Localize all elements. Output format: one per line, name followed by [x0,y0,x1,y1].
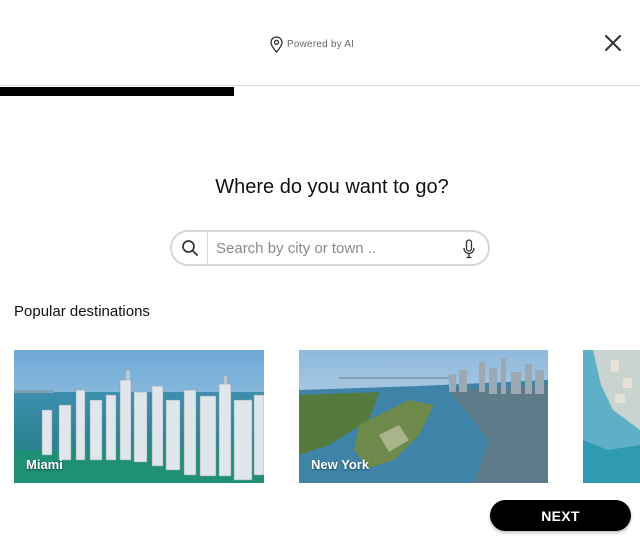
search-input[interactable] [216,237,456,259]
microphone-icon[interactable] [462,239,476,259]
close-icon[interactable] [602,32,624,54]
destination-card-miami[interactable]: Miami [14,350,264,483]
destination-card-partial[interactable] [583,350,640,483]
destination-label: Miami [26,457,63,472]
destination-photo [583,350,640,483]
destination-card-new-york[interactable]: New York [299,350,548,483]
section-title: Popular destinations [14,303,150,320]
progress-fill [0,87,235,96]
search-button[interactable] [172,232,208,264]
top-header: Powered by AI [0,0,640,86]
powered-by-text: Powered by AI [287,39,355,50]
search-box[interactable] [170,230,490,266]
destination-label: New York [311,457,370,472]
powered-by-badge: Powered by AI [270,36,354,53]
map-pin-icon [270,36,283,53]
page-title: Where do you want to go? [215,176,449,198]
search-icon [181,240,198,256]
progress-bar [0,87,640,96]
next-button[interactable]: NEXT [490,500,631,531]
